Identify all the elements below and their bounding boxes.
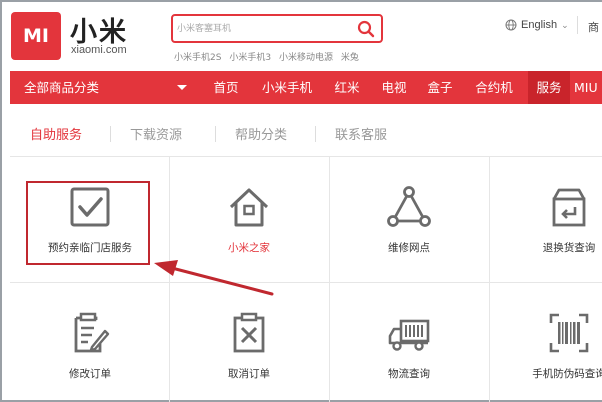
mi-logo[interactable]: MI [11,12,61,60]
brand-domain: xiaomi.com [71,44,127,56]
service-logistics-query[interactable]: 物流查询 [330,283,488,402]
divider [215,126,216,142]
service-anti-counterfeit[interactable]: 手机防伪码查询 [490,283,602,402]
nav-item-contract-phone[interactable]: 合约机 [464,71,524,104]
hot-search-link[interactable]: 小米移动电源 [279,53,333,63]
nav-item-tv[interactable]: 电视 [372,71,416,104]
nav-item-xiaomi-phone[interactable]: 小米手机 [252,71,322,104]
truck-icon [388,319,430,351]
hot-search-link[interactable]: 小米手机2S [174,53,221,63]
nav-item-miui[interactable]: MIU [574,71,602,104]
globe-icon [505,19,517,31]
barcode-icon [549,313,589,353]
all-categories-menu[interactable]: 全部商品分类 [24,71,99,104]
language-selector[interactable]: English ⌄ [505,19,569,31]
chevron-down-icon: ⌄ [561,19,569,30]
nav-item-service[interactable]: 服务 [528,71,570,104]
tab-downloads[interactable]: 下载资源 [130,124,182,143]
search-input[interactable] [177,19,347,38]
service-cancel-order[interactable]: 取消订单 [170,283,328,402]
main-nav: 全部商品分类 首页 小米手机 红米 电视 盒子 合约机 服务 MIU [10,71,602,104]
service-modify-order[interactable]: 修改订单 [11,283,169,402]
caret-down-icon [177,85,187,90]
header-link-cut[interactable]: 商 [588,19,599,35]
divider [110,126,111,142]
divider [315,126,316,142]
service-return-query[interactable]: 退换货查询 [490,157,602,281]
hot-search-link[interactable]: 米兔 [341,53,359,63]
home-icon [229,188,269,227]
hot-searches: 小米手机2S 小米手机3 小米移动电源 米兔 [174,50,364,63]
annotation-highlight-box [26,181,150,265]
service-label: 手机防伪码查询 [532,368,602,380]
search-icon[interactable] [357,20,375,38]
edit-document-icon [74,312,110,353]
network-triangle-icon [387,186,431,227]
return-box-icon [552,188,586,227]
cancel-document-icon [233,312,265,353]
annotation-arrow-icon [154,260,274,296]
language-label: English [521,19,558,31]
service-label: 物流查询 [388,368,430,380]
hot-search-link[interactable]: 小米手机3 [229,53,271,63]
nav-item-box[interactable]: 盒子 [418,71,462,104]
nav-item-home[interactable]: 首页 [202,71,250,104]
service-label: 退换货查询 [542,242,596,254]
service-label: 修改订单 [69,368,111,380]
service-label: 维修网点 [388,242,430,254]
search-box [171,14,383,43]
service-repair-points[interactable]: 维修网点 [330,157,488,281]
service-label: 取消订单 [228,368,270,380]
tab-help-categories[interactable]: 帮助分类 [235,124,287,143]
nav-item-redmi[interactable]: 红米 [324,71,370,104]
tab-self-service[interactable]: 自助服务 [30,124,82,143]
divider [577,16,578,34]
service-label: 小米之家 [228,242,270,254]
tab-contact-support[interactable]: 联系客服 [335,124,387,143]
